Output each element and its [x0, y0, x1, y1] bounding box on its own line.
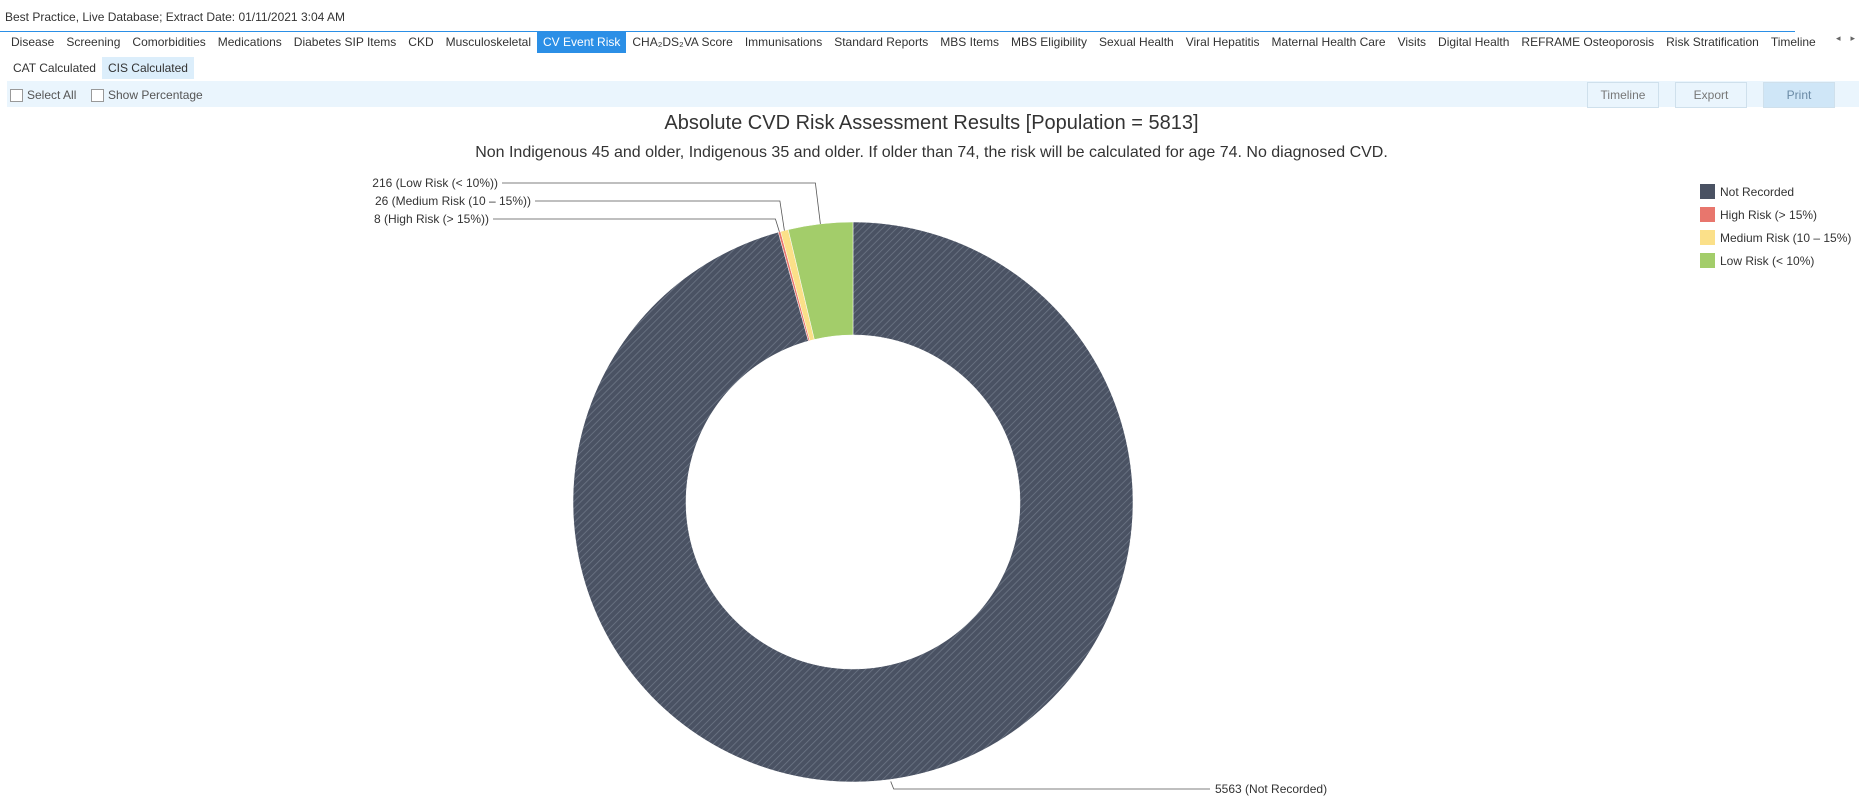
legend-swatch-medium-risk-10-15[interactable]: [1700, 230, 1715, 245]
legend-swatch-not-recorded[interactable]: [1700, 184, 1715, 199]
data-label-high-risk-15: 8 (High Risk (> 15%)): [374, 212, 489, 226]
data-label-low-risk-10: 216 (Low Risk (< 10%)): [372, 176, 498, 190]
legend-label-not-recorded[interactable]: Not Recorded: [1720, 185, 1794, 199]
chart-slices: [572, 221, 1134, 783]
leader-line-high-risk-15: [493, 218, 780, 232]
leader-line-not-recorded: [890, 781, 1210, 790]
donut-chart: 5563 (Not Recorded) 8 (High Risk (> 15%))…: [372, 176, 1851, 796]
legend-label-low-risk-10[interactable]: Low Risk (< 10%): [1720, 254, 1814, 268]
data-label-not-recorded: 5563 (Not Recorded): [1215, 782, 1327, 796]
data-label-medium-risk-10-15: 26 (Medium Risk (10 – 15%)): [375, 194, 531, 208]
leader-line-medium-risk-10-15: [535, 200, 785, 231]
legend-label-high-risk-15[interactable]: High Risk (> 15%): [1720, 208, 1817, 222]
legend-swatch-low-risk-10[interactable]: [1700, 253, 1715, 268]
chart-legend: Not Recorded High Risk (> 15%) Medium Risk…: [1700, 184, 1851, 268]
legend-label-medium-risk-10-15[interactable]: Medium Risk (10 – 15%): [1720, 231, 1851, 245]
leader-line-low-risk-10: [502, 182, 821, 224]
legend-swatch-high-risk-15[interactable]: [1700, 207, 1715, 222]
